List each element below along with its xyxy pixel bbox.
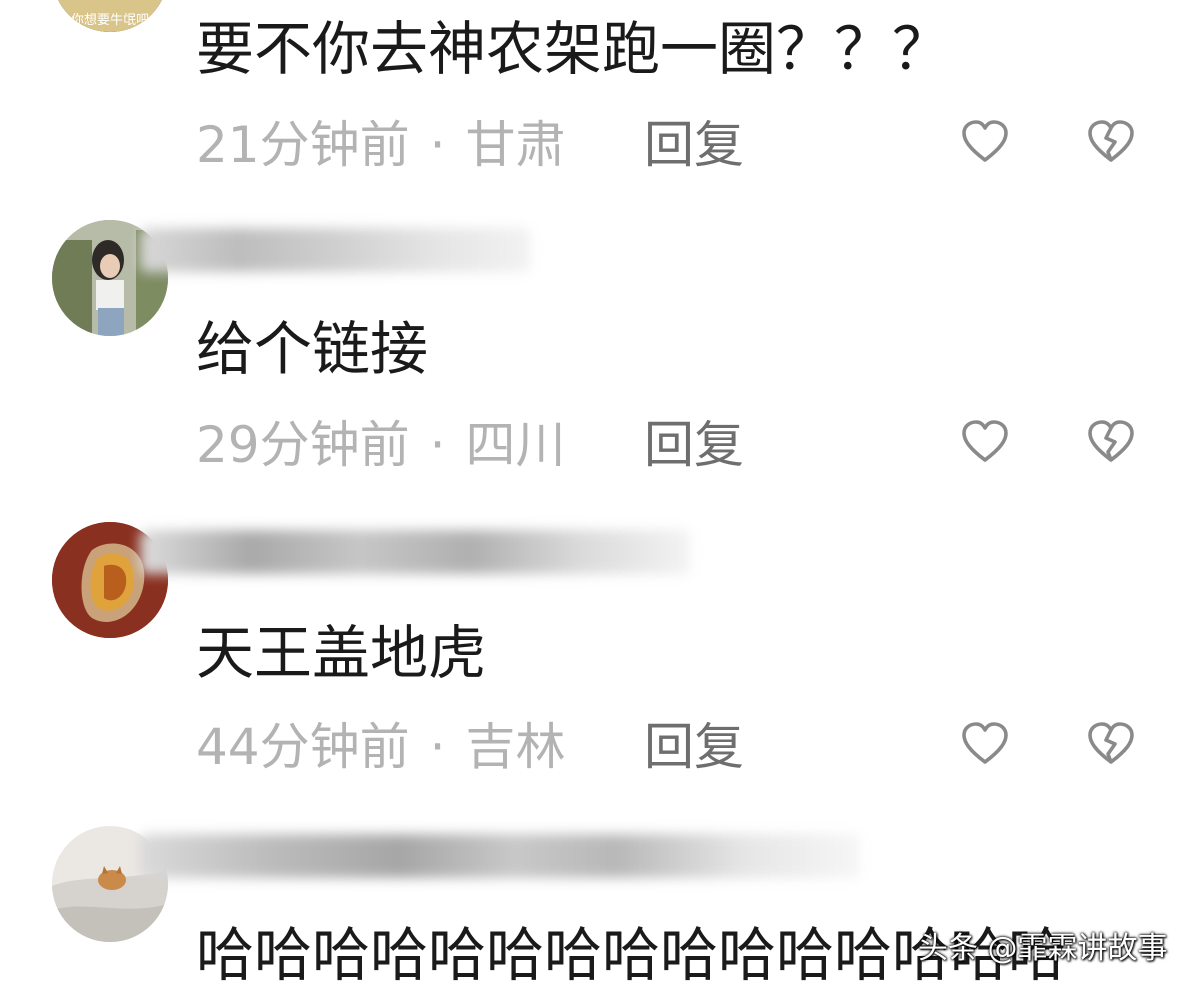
comment-text: 给个链接	[196, 315, 429, 383]
meta-separator: ·	[429, 116, 446, 174]
avatar[interactable]: 你想要牛氓吧	[52, 0, 168, 32]
like-icon[interactable]	[960, 720, 1010, 770]
comment-text: 要不你去神农架跑一圈？？？	[196, 15, 951, 83]
comment-meta: 44分钟前 · 吉林	[196, 722, 566, 772]
comment-meta: 29分钟前 · 四川	[196, 420, 566, 470]
like-icon[interactable]	[960, 418, 1010, 468]
reply-button[interactable]: 回复	[644, 120, 744, 170]
comment-time: 21分钟前	[196, 116, 410, 174]
comment-location: 甘肃	[465, 116, 566, 174]
svg-text:你想要牛氓吧: 你想要牛氓吧	[71, 12, 149, 28]
broken-heart-icon[interactable]	[1086, 118, 1136, 168]
reply-button[interactable]: 回复	[644, 722, 744, 772]
comment-time: 29分钟前	[196, 416, 410, 474]
nickname-blurred	[140, 834, 860, 878]
meta-separator: ·	[429, 718, 446, 776]
broken-heart-icon[interactable]	[1086, 720, 1136, 770]
comment-location: 四川	[465, 416, 566, 474]
broken-heart-icon[interactable]	[1086, 418, 1136, 468]
like-icon[interactable]	[960, 118, 1010, 168]
comment-time: 44分钟前	[196, 718, 410, 776]
comment-location: 吉林	[465, 718, 566, 776]
reply-button[interactable]: 回复	[644, 420, 744, 470]
nickname-blurred	[140, 228, 530, 272]
comment-meta: 21分钟前 · 甘肃	[196, 120, 566, 170]
meta-separator: ·	[429, 416, 446, 474]
nickname-blurred	[140, 530, 690, 574]
watermark: 头条 @霏霖讲故事	[918, 931, 1168, 966]
comment-text: 天王盖地虎	[196, 619, 487, 687]
